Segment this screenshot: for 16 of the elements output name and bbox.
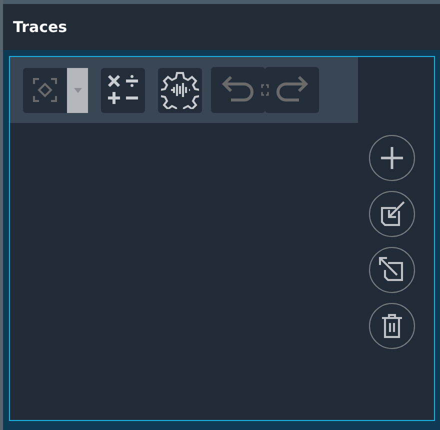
plus-icon <box>380 146 404 170</box>
settings-button[interactable] <box>158 68 202 112</box>
import-button[interactable] <box>369 191 415 237</box>
add-button[interactable] <box>369 135 415 181</box>
arrow-into-box-icon <box>379 201 405 227</box>
panel-title: Traces <box>13 18 68 36</box>
trash-icon <box>381 313 403 339</box>
export-button[interactable] <box>369 247 415 293</box>
caret-icon <box>74 88 82 92</box>
math-operators-icon <box>106 73 140 107</box>
bracket-icon <box>261 84 269 96</box>
math-button[interactable] <box>101 68 145 112</box>
delete-button[interactable] <box>369 303 415 349</box>
waveform-gear-icon <box>161 71 199 109</box>
arrow-out-of-box-icon <box>379 257 405 283</box>
target-icon <box>32 77 58 103</box>
